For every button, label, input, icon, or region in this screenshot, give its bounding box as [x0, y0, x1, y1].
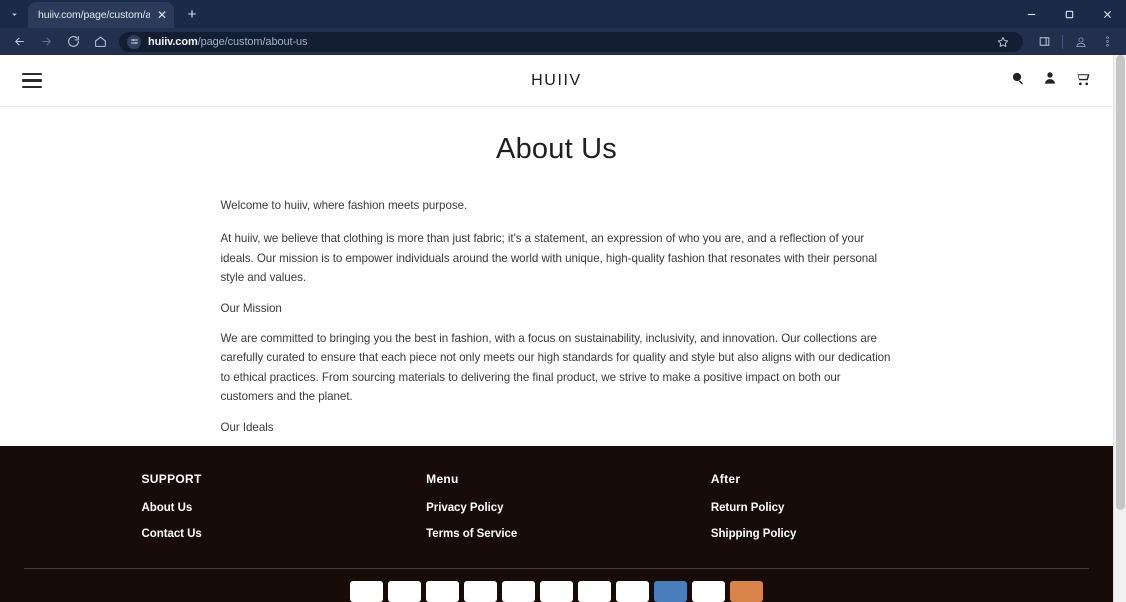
- browser-tab[interactable]: huiiv.com/page/custom/about ✕: [28, 2, 174, 28]
- new-tab-button[interactable]: +: [180, 2, 204, 26]
- search-icon[interactable]: [1010, 70, 1026, 91]
- payment-badge-9: [654, 581, 687, 602]
- toolbar-divider: [1062, 34, 1063, 49]
- footer-column-title: Menu: [426, 472, 459, 486]
- paragraph-1: At huiiv, we believe that clothing is mo…: [220, 232, 878, 285]
- footer-link-privacy-policy[interactable]: Privacy Policy: [426, 502, 687, 514]
- window-controls: [1012, 0, 1126, 28]
- scrollbar-thumb[interactable]: [1116, 55, 1125, 510]
- address-bar[interactable]: huiiv.com/page/custom/about-us: [119, 30, 1023, 54]
- tab-close-icon[interactable]: ✕: [154, 7, 170, 23]
- page-viewport: HUIIV About Us Welcome to huiiv, where f…: [0, 55, 1126, 602]
- payment-methods: [0, 569, 1113, 602]
- main-content: About Us Welcome to huiiv, where fashion…: [0, 107, 1113, 446]
- site-header: HUIIV: [0, 55, 1113, 107]
- side-panel-icon[interactable]: [1032, 30, 1056, 54]
- profile-avatar-icon[interactable]: [1069, 30, 1093, 54]
- three-dot-menu-icon[interactable]: [1095, 30, 1119, 54]
- tune-icon[interactable]: [127, 34, 141, 49]
- browser-toolbar: huiiv.com/page/custom/about-us: [0, 28, 1126, 55]
- star-icon[interactable]: [991, 30, 1015, 54]
- url-path: /page/custom/about-us: [197, 35, 308, 48]
- payment-badge-11: [730, 581, 763, 602]
- footer-column-after: After Return Policy Shipping Policy: [711, 472, 972, 554]
- footer-link-contact-us[interactable]: Contact Us: [142, 528, 403, 540]
- mission-body: We are committed to bringing you the bes…: [220, 331, 891, 404]
- header-actions: [1010, 70, 1091, 92]
- browser-window: huiiv.com/page/custom/about ✕ +: [0, 0, 1126, 602]
- site-logo: HUIIV: [531, 71, 582, 89]
- payment-badge-1: [350, 581, 383, 602]
- ideals-heading: Our Ideals: [220, 420, 274, 434]
- forward-arrow-icon[interactable]: [34, 30, 58, 54]
- footer-column-title: SUPPORT: [141, 472, 202, 486]
- payment-badge-4: [464, 581, 497, 602]
- tab-strip: huiiv.com/page/custom/about ✕ +: [0, 0, 1126, 28]
- footer-column-support: SUPPORT About Us Contact Us: [142, 472, 403, 554]
- minimize-icon[interactable]: [1012, 0, 1050, 28]
- payment-badge-7: [578, 581, 611, 602]
- payment-badge-3: [426, 581, 459, 602]
- address-bar-url: huiiv.com/page/custom/about-us: [148, 36, 307, 48]
- payment-badge-6: [540, 581, 573, 602]
- footer-link-about-us[interactable]: About Us: [142, 502, 403, 514]
- shopping-cart-icon[interactable]: [1074, 70, 1091, 92]
- hamburger-menu-icon[interactable]: [22, 72, 42, 89]
- back-arrow-icon[interactable]: [7, 30, 31, 54]
- page-scrollbar[interactable]: [1113, 55, 1126, 602]
- footer-columns: SUPPORT About Us Contact Us Menu Privacy…: [142, 472, 972, 554]
- tab-search-chevron-down-icon[interactable]: [2, 2, 26, 26]
- intro-paragraph: Welcome to huiiv, where fashion meets pu…: [220, 199, 468, 212]
- tab-title: huiiv.com/page/custom/about: [38, 9, 150, 21]
- toolbar-right-actions: [1032, 30, 1119, 54]
- account-person-icon[interactable]: [1042, 70, 1058, 91]
- payment-badge-2: [388, 581, 421, 602]
- url-domain: huiiv.com: [148, 35, 198, 48]
- maximize-icon[interactable]: [1050, 0, 1088, 28]
- payment-badge-10: [692, 581, 725, 602]
- close-icon[interactable]: [1088, 0, 1126, 28]
- payment-badge-8: [616, 581, 649, 602]
- footer-column-title: After: [710, 472, 741, 486]
- reload-icon[interactable]: [61, 30, 85, 54]
- article-container: About Us Welcome to huiiv, where fashion…: [221, 133, 893, 446]
- footer-link-terms-of-service[interactable]: Terms of Service: [426, 528, 687, 540]
- page-title: About Us: [496, 133, 617, 165]
- site-footer: SUPPORT About Us Contact Us Menu Privacy…: [0, 446, 1113, 602]
- payment-badge-5: [502, 581, 535, 602]
- footer-column-menu: Menu Privacy Policy Terms of Service: [426, 472, 687, 554]
- footer-link-shipping-policy[interactable]: Shipping Policy: [711, 528, 972, 540]
- home-icon[interactable]: [88, 30, 112, 54]
- mission-heading: Our Mission: [220, 301, 282, 315]
- footer-link-return-policy[interactable]: Return Policy: [711, 502, 972, 514]
- web-page: HUIIV About Us Welcome to huiiv, where f…: [0, 55, 1113, 602]
